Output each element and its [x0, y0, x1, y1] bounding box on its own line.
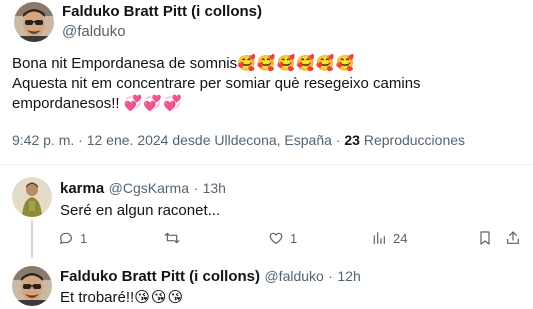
meta-separator-2: ·	[335, 132, 341, 148]
tweet-location: desde Ulldecona, España	[172, 132, 332, 148]
tweet-time[interactable]: 9:42 p. m.	[12, 132, 74, 148]
like-button[interactable]: 1	[268, 230, 297, 246]
reply-1-age[interactable]: 13h	[203, 180, 226, 196]
kissing-face-emoji: 😘😘😘	[134, 289, 185, 306]
reply-count: 1	[80, 230, 88, 246]
tweet-line-1-text: Bona nit Empordanesa de somnis	[12, 55, 238, 72]
divider	[0, 164, 533, 165]
reply-1-display-name[interactable]: karma	[60, 180, 104, 197]
avatar-karma[interactable]	[12, 177, 52, 217]
like-icon	[268, 230, 284, 246]
tweet-line-2: Aquesta nit em concentrare per somiar qu…	[12, 75, 421, 92]
reply-2-text: Et trobaré!!😘😘😘	[60, 288, 184, 308]
reply-1-text: Seré en algun raconet...	[60, 202, 221, 219]
like-count: 1	[290, 230, 298, 246]
tweet-metadata: 9:42 p. m. · 12 ene. 2024 desde Ulldecon…	[12, 132, 465, 148]
tweet-text: Bona nit Empordanesa de somnis🥰🥰🥰🥰🥰🥰 Aqu…	[12, 54, 527, 114]
avatar-falduko[interactable]	[14, 2, 54, 42]
revolving-hearts-emoji: 💞💞💞	[123, 95, 183, 112]
reply-button[interactable]: 1	[58, 230, 87, 246]
reply-1-handle[interactable]: @CgsKarma	[109, 180, 189, 196]
views-label: Reproducciones	[363, 132, 466, 148]
bookmark-button[interactable]	[478, 230, 492, 246]
tweet-date[interactable]: 12 ene. 2024	[87, 132, 169, 148]
reply-2-handle[interactable]: @falduko	[264, 268, 323, 284]
retweet-icon	[163, 230, 181, 246]
reply-2-header: Falduko Bratt Pitt (i collons) @falduko …	[60, 268, 361, 286]
reply-2-text-content: Et trobaré!!	[60, 289, 135, 306]
reply-2-age[interactable]: 12h	[337, 268, 360, 284]
reply-1-header: karma @CgsKarma · 13h	[60, 180, 226, 198]
views-count-reply: 24	[393, 230, 408, 246]
retweet-button[interactable]	[163, 230, 187, 246]
meta-separator: ·	[78, 132, 83, 148]
share-button[interactable]	[505, 230, 521, 246]
tweet-line-1: Bona nit Empordanesa de somnis🥰🥰🥰🥰🥰🥰	[12, 54, 527, 74]
tweet-line-3-text: empordanesos!!	[12, 95, 120, 112]
tweet-line-3: empordanesos!! 💞💞💞	[12, 94, 527, 114]
bookmark-icon	[478, 230, 492, 246]
reply-1-separator: ·	[193, 180, 199, 196]
views-count: 23	[344, 132, 360, 148]
share-icon	[505, 230, 521, 246]
avatar-falduko-reply[interactable]	[12, 266, 52, 306]
views-icon	[371, 230, 387, 246]
author-handle[interactable]: @falduko	[62, 23, 126, 40]
reply-icon	[58, 230, 74, 246]
smiling-face-hearts-emoji: 🥰🥰🥰🥰🥰🥰	[237, 55, 356, 72]
thread-connector-line	[31, 220, 33, 258]
views-button[interactable]: 24	[371, 230, 407, 246]
reply-2-display-name[interactable]: Falduko Bratt Pitt (i collons)	[60, 268, 260, 285]
reply-2-separator: ·	[328, 268, 333, 284]
author-display-name[interactable]: Falduko Bratt Pitt (i collons)	[62, 3, 262, 20]
